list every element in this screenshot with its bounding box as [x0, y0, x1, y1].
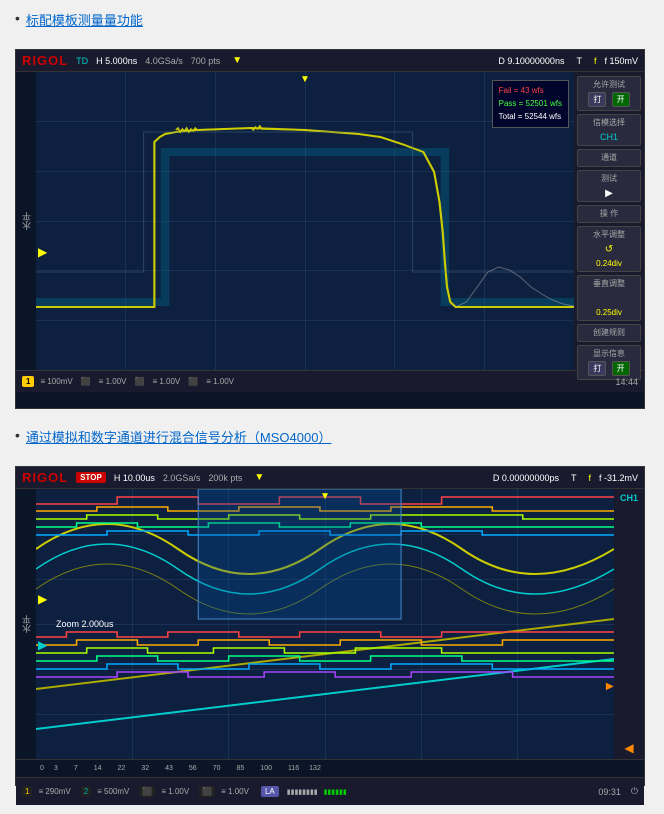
- section2-link[interactable]: 通过模拟和数字通道进行混合信号分析（MSO4000）: [26, 427, 332, 446]
- svg-text:▶: ▶: [606, 681, 614, 692]
- scope2-orange-arrow: ◀: [624, 741, 633, 755]
- scope1-t: T: [576, 56, 582, 66]
- ruler-43: 43: [165, 765, 173, 772]
- scope2-zoom-label: Zoom 2.000us: [56, 619, 114, 629]
- scope2-plot: ▼ ▶ ▶ ▶ Zoom 2.000us: [36, 489, 614, 759]
- scope2-ch2-val: ≡ 500mV: [97, 787, 129, 796]
- scope1-ylabel: 水平: [16, 72, 36, 370]
- ruler-14: 14: [94, 765, 102, 772]
- scope1-ylabel-text: 水平: [20, 212, 33, 230]
- ch4-info: ≡ 1.00V: [206, 377, 234, 386]
- scope1-divider3: ⬛: [188, 377, 198, 386]
- ch2-info: ≡ 1.00V: [99, 377, 127, 386]
- scope1-voltage: f 150mV: [604, 56, 638, 66]
- scope2-ylabel-text: 水平: [20, 615, 33, 633]
- ruler-7: 7: [74, 765, 78, 772]
- scope2-timeval: D 0.00000000ps: [493, 473, 559, 483]
- scope2-ch3-badge: ⬛: [139, 786, 155, 797]
- sidebar-allow-test: 允许测试 打 开: [577, 76, 641, 111]
- scope1-info-box: Fail = 43 wfs Pass = 52501 wfs Total = 5…: [492, 80, 569, 128]
- scope2-extra: 200k pts: [208, 473, 242, 483]
- scope2-trigger-icon: f: [588, 473, 591, 483]
- scope2-la-badge: LA: [261, 786, 279, 797]
- scope2-bottom: 1 ≡ 290mV 2 ≡ 500mV ⬛ ≡ 1.00V ⬛ ≡ 1.00V …: [16, 777, 644, 805]
- scope1-container: RIGOL TD H 5.000ns 4.0GSa/s 700 pts ▼ D …: [15, 49, 645, 409]
- ch1-info: ≡ 100mV: [40, 377, 72, 386]
- sidebar-channel: 通道: [577, 149, 641, 167]
- scope2-t: T: [571, 473, 577, 483]
- scope2-ylabel: 水平: [16, 489, 36, 759]
- bullet1: •: [15, 10, 20, 27]
- scope1-mode: TD: [76, 56, 88, 66]
- scope1-bottom: 1 ≡ 100mV ⬛ ≡ 1.00V ⬛ ≡ 1.00V ⬛ ≡ 1.00V …: [16, 370, 644, 392]
- sidebar-show-info: 显示信息 打 开: [577, 345, 641, 380]
- scope2-samplerate: 2.0GSa/s: [163, 473, 201, 483]
- sidebar-test: 测试 ▶: [577, 170, 641, 202]
- info-total: Total = 52544 wfs: [499, 111, 562, 124]
- scope2-ch1-val: ≡ 290mV: [38, 787, 70, 796]
- sidebar-create-rule: 创建规则: [577, 324, 641, 342]
- ruler-56: 56: [189, 765, 197, 772]
- sidebar-v-adjust: 垂直调整 0.25div: [577, 275, 641, 321]
- scope1-samplerate: 4.0GSa/s: [145, 56, 183, 66]
- scope2-la-data: ▮▮▮▮▮▮▮▮: [287, 788, 318, 796]
- scope1-time: 14:44: [615, 377, 638, 387]
- rigol-logo2: RIGOL: [22, 470, 68, 485]
- scope2-time: 09:31: [598, 787, 621, 797]
- scope1-main: 水平 ▼ ▶: [16, 72, 644, 370]
- ruler-3: 3: [54, 765, 58, 772]
- bullet2: •: [15, 427, 20, 444]
- scope1-timebase: H 5.000ns: [96, 56, 137, 66]
- scope1-trigger-icon: f: [594, 56, 597, 66]
- scope2-header: RIGOL STOP H 10.00us 2.0GSa/s 200k pts ▼…: [16, 467, 644, 489]
- ch3-info: ≡ 1.00V: [152, 377, 180, 386]
- scope1-sidebar: 允许测试 打 开 信模选择 CH1 通道 测试 ▶ 操 作 水平调整 ↺: [574, 72, 644, 370]
- ruler-22: 22: [118, 765, 126, 772]
- scope2-waveform: ▼ ▶: [36, 489, 614, 759]
- scope2-trigger-top: ▼: [254, 472, 264, 483]
- ruler-85: 85: [237, 765, 245, 772]
- svg-text:▼: ▼: [320, 491, 330, 502]
- scope2-la-green: ▮▮▮▮▮▮: [324, 788, 347, 796]
- ruler-116: 116: [288, 765, 299, 772]
- ruler-0: 0: [40, 765, 44, 772]
- sidebar-operate: 操 作: [577, 205, 641, 223]
- scope1-divider1: ⬛: [81, 377, 91, 386]
- scope2-ch4-val: ≡ 1.00V: [221, 787, 249, 796]
- info-pass: Pass = 52501 wfs: [499, 98, 562, 111]
- sidebar-h-adjust: 水平调整 ↺ 0.24div: [577, 226, 641, 272]
- scope1-plot: ▼ ▶ Fail = 43 wfs Pass = 52501 wfs T: [36, 72, 574, 370]
- section1-item: • 标配模板测量量功能: [15, 10, 649, 37]
- scope2-mode: STOP: [76, 472, 106, 483]
- ch1-badge: 1: [22, 376, 34, 387]
- scope2-main: 水平: [16, 489, 644, 759]
- scope2-sidebar: CH1 ◀: [614, 489, 644, 759]
- section2-item: • 通过模拟和数字通道进行混合信号分析（MSO4000）: [15, 427, 649, 454]
- ruler-70: 70: [213, 765, 221, 772]
- ruler-32: 32: [141, 765, 149, 772]
- info-fail: Fail = 43 wfs: [499, 85, 562, 98]
- scope2-ch1-badge: 1: [22, 786, 32, 797]
- scope2-usb-icon: ⏻: [631, 786, 638, 797]
- scope2-container: RIGOL STOP H 10.00us 2.0GSa/s 200k pts ▼…: [15, 466, 645, 786]
- ruler-132: 132: [309, 765, 321, 772]
- scope2-timebase: H 10.00us: [114, 473, 155, 483]
- scope1-timeval: D 9.10000000ns: [498, 56, 564, 66]
- rigol-logo1: RIGOL: [22, 53, 68, 68]
- sidebar-channel-select: 信模选择 CH1: [577, 114, 641, 146]
- scope2-ruler: 0 3 7 14 22 32 43 56 70 85 100 116 132: [16, 759, 644, 777]
- ruler-100: 100: [260, 765, 272, 772]
- scope2-ch2-arrow: ▶: [38, 638, 47, 652]
- scope2-ch2-badge: 2: [81, 786, 91, 797]
- scope1-header: RIGOL TD H 5.000ns 4.0GSa/s 700 pts ▼ D …: [16, 50, 644, 72]
- scope2-ch3-val: ≡ 1.00V: [161, 787, 189, 796]
- scope2-ch1-arrow: ▶: [38, 592, 47, 606]
- scope2-ch1-label: CH1: [620, 493, 638, 503]
- scope1-divider2: ⬛: [134, 377, 144, 386]
- scope2-voltage: f -31.2mV: [599, 473, 638, 483]
- scope1-trigger-top: ▼: [232, 55, 242, 66]
- scope2-ch4-badge: ⬛: [199, 786, 215, 797]
- scope1-extra: 700 pts: [191, 56, 221, 66]
- section1-link[interactable]: 标配模板测量量功能: [26, 10, 143, 29]
